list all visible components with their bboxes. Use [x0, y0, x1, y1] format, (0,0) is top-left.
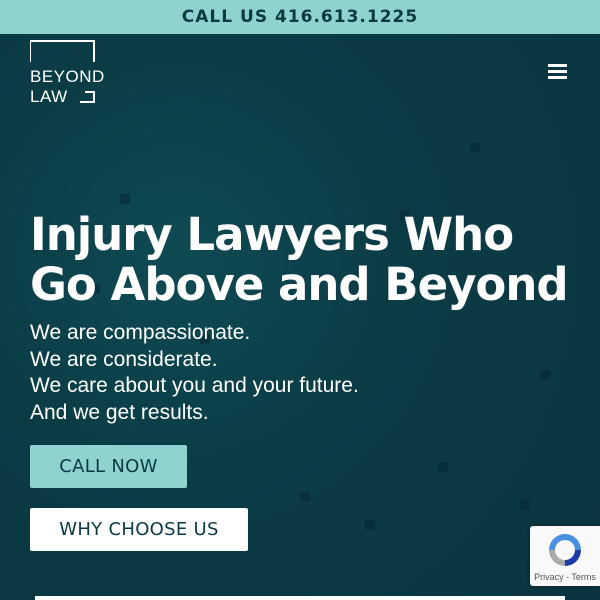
- logo-word-beyond: BEYOND: [30, 67, 105, 86]
- decorative-dot: [438, 462, 448, 472]
- recaptcha-icon: [549, 534, 581, 566]
- decorative-dot: [365, 520, 375, 530]
- decorative-dot: [540, 370, 550, 380]
- tagline-line: We care about you and your future.: [30, 374, 359, 397]
- why-choose-us-button[interactable]: WHY CHOOSE US: [30, 508, 248, 551]
- decorative-dot: [120, 194, 130, 204]
- tagline-line: We are considerate.: [30, 347, 218, 371]
- hero-headline: Injury Lawyers Who Go Above and Beyond: [30, 208, 569, 311]
- hamburger-menu-icon[interactable]: [548, 64, 568, 81]
- tagline-line: We are compassionate.: [30, 321, 251, 344]
- next-section-edge: [35, 596, 565, 600]
- logo-word-law: LAW: [30, 87, 68, 106]
- recaptcha-badge[interactable]: Privacy - Terms: [530, 526, 600, 586]
- hero-tagline-list: We are compassionate. We are considerate…: [30, 320, 359, 426]
- beyond-law-logo[interactable]: BEYOND LAW: [30, 40, 110, 106]
- decorative-dot: [300, 492, 310, 502]
- recaptcha-links[interactable]: Privacy - Terms: [530, 572, 600, 582]
- call-us-phone-link[interactable]: CALL US 416.613.1225: [182, 7, 418, 27]
- tagline-line: And we get results.: [30, 400, 209, 424]
- decorative-dot: [520, 500, 530, 510]
- decorative-dot: [470, 142, 480, 152]
- top-announcement-bar: CALL US 416.613.1225: [0, 0, 600, 34]
- call-now-button[interactable]: CALL NOW: [30, 445, 187, 488]
